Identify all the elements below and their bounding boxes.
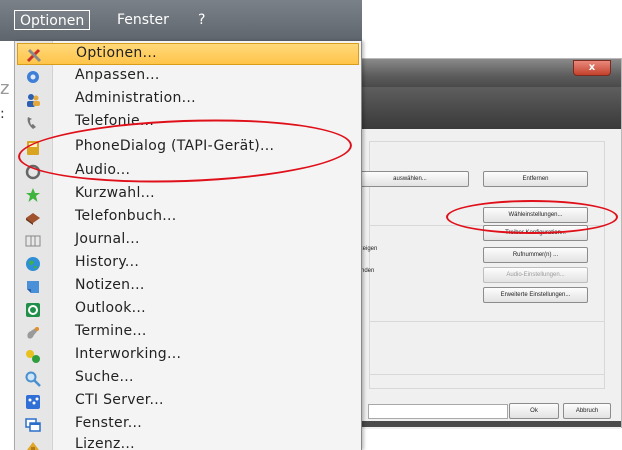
license-icon bbox=[27, 442, 39, 450]
outlook-icon bbox=[26, 303, 40, 317]
users-icon bbox=[27, 94, 40, 107]
menu-item-anpassen[interactable]: Anpassen... bbox=[17, 66, 359, 88]
close-button[interactable]: x bbox=[573, 60, 611, 76]
menubar-help[interactable]: ? bbox=[193, 10, 210, 30]
phone-icon bbox=[27, 117, 36, 129]
menu-item-administration[interactable]: Administration... bbox=[17, 89, 359, 111]
menu-item-label: CTI Server... bbox=[75, 392, 164, 408]
auswaehlen-button[interactable]: auswählen... bbox=[351, 171, 469, 187]
dialog-body: auswählen... Entfernen Wähleinstellungen… bbox=[351, 129, 621, 429]
dialog-titlebar: x bbox=[351, 59, 621, 87]
menu-item-label: Optionen... bbox=[76, 45, 157, 61]
notes-icon bbox=[27, 281, 39, 293]
menu-item-outlook[interactable]: Outlook... bbox=[17, 299, 359, 321]
dialog-header-strip bbox=[351, 87, 621, 129]
menu-item-label: History... bbox=[75, 254, 140, 270]
menu-item-cti-server[interactable]: CTI Server... bbox=[17, 391, 359, 413]
menu-item-kurzwahl[interactable]: Kurzwahl... bbox=[17, 184, 359, 206]
calendar-icon bbox=[27, 327, 39, 339]
menu-item-history[interactable]: History... bbox=[17, 253, 359, 275]
entfernen-button[interactable]: Entfernen bbox=[483, 171, 588, 187]
globe-icon bbox=[26, 257, 40, 271]
gear-icon bbox=[27, 71, 39, 83]
menu-item-lizenz[interactable]: Lizenz... bbox=[17, 435, 359, 450]
dialog-bottom-edge bbox=[351, 421, 621, 427]
menu-item-suche[interactable]: Suche... bbox=[17, 368, 359, 390]
menu-item-label: Interworking... bbox=[75, 346, 182, 362]
annotation-ellipse-waehleinstellungen bbox=[446, 200, 618, 234]
windows-icon bbox=[25, 418, 41, 432]
abbruch-button[interactable]: Abbruch bbox=[563, 403, 611, 419]
settings-dialog: x auswählen... Entfernen Wähleinstellung… bbox=[350, 58, 622, 429]
rufnummer-button[interactable]: Rufnummer(n) ... bbox=[483, 247, 588, 263]
menu-item-label: Suche... bbox=[75, 369, 134, 385]
menu-item-label: Telefonbuch... bbox=[75, 208, 177, 224]
menu-item-label: Fenster... bbox=[75, 415, 142, 431]
menu-item-journal[interactable]: Journal... bbox=[17, 230, 359, 252]
audio-einstellungen-button[interactable]: Audio-Einstellungen... bbox=[483, 267, 588, 283]
text-field[interactable] bbox=[368, 404, 508, 419]
menu-item-label: Lizenz... bbox=[75, 436, 135, 450]
menu-item-notizen[interactable]: Notizen... bbox=[17, 276, 359, 298]
menu-item-optionen[interactable]: Optionen... bbox=[17, 43, 359, 65]
erweiterte-einstellungen-button[interactable]: Erweiterte Einstellungen... bbox=[483, 287, 588, 303]
star-icon bbox=[26, 188, 40, 202]
dialog-group-box-lower bbox=[369, 321, 605, 389]
menu-item-telefonbuch[interactable]: Telefonbuch... bbox=[17, 207, 359, 229]
optionen-dropdown-menu: Optionen... Anpassen... Administration..… bbox=[14, 41, 362, 450]
menu-item-termine[interactable]: Termine... bbox=[17, 322, 359, 344]
menu-item-label: Journal... bbox=[75, 231, 140, 247]
menu-item-label: Administration... bbox=[75, 90, 196, 106]
journal-icon bbox=[25, 235, 41, 247]
menu-item-interworking[interactable]: Interworking... bbox=[17, 345, 359, 367]
search-icon bbox=[25, 371, 41, 387]
book-icon bbox=[26, 213, 40, 225]
background-fragment: z bbox=[0, 78, 10, 99]
menu-item-fenster[interactable]: Fenster... bbox=[17, 414, 359, 436]
interworking-icon bbox=[26, 350, 40, 363]
menu-item-label: Outlook... bbox=[75, 300, 146, 316]
menubar-optionen[interactable]: Optionen bbox=[14, 10, 91, 30]
menu-item-label: Termine... bbox=[75, 323, 147, 339]
ok-button[interactable]: Ok bbox=[509, 403, 559, 419]
menubar-fenster[interactable]: Fenster bbox=[112, 10, 174, 30]
menu-item-label: Notizen... bbox=[75, 277, 145, 293]
menu-item-label: Kurzwahl... bbox=[75, 185, 155, 201]
menu-item-label: Anpassen... bbox=[75, 67, 160, 83]
background-fragment: : bbox=[0, 106, 5, 122]
server-icon bbox=[26, 395, 40, 409]
menubar: Optionen Fenster ? bbox=[0, 0, 362, 41]
tools-icon bbox=[26, 48, 42, 63]
